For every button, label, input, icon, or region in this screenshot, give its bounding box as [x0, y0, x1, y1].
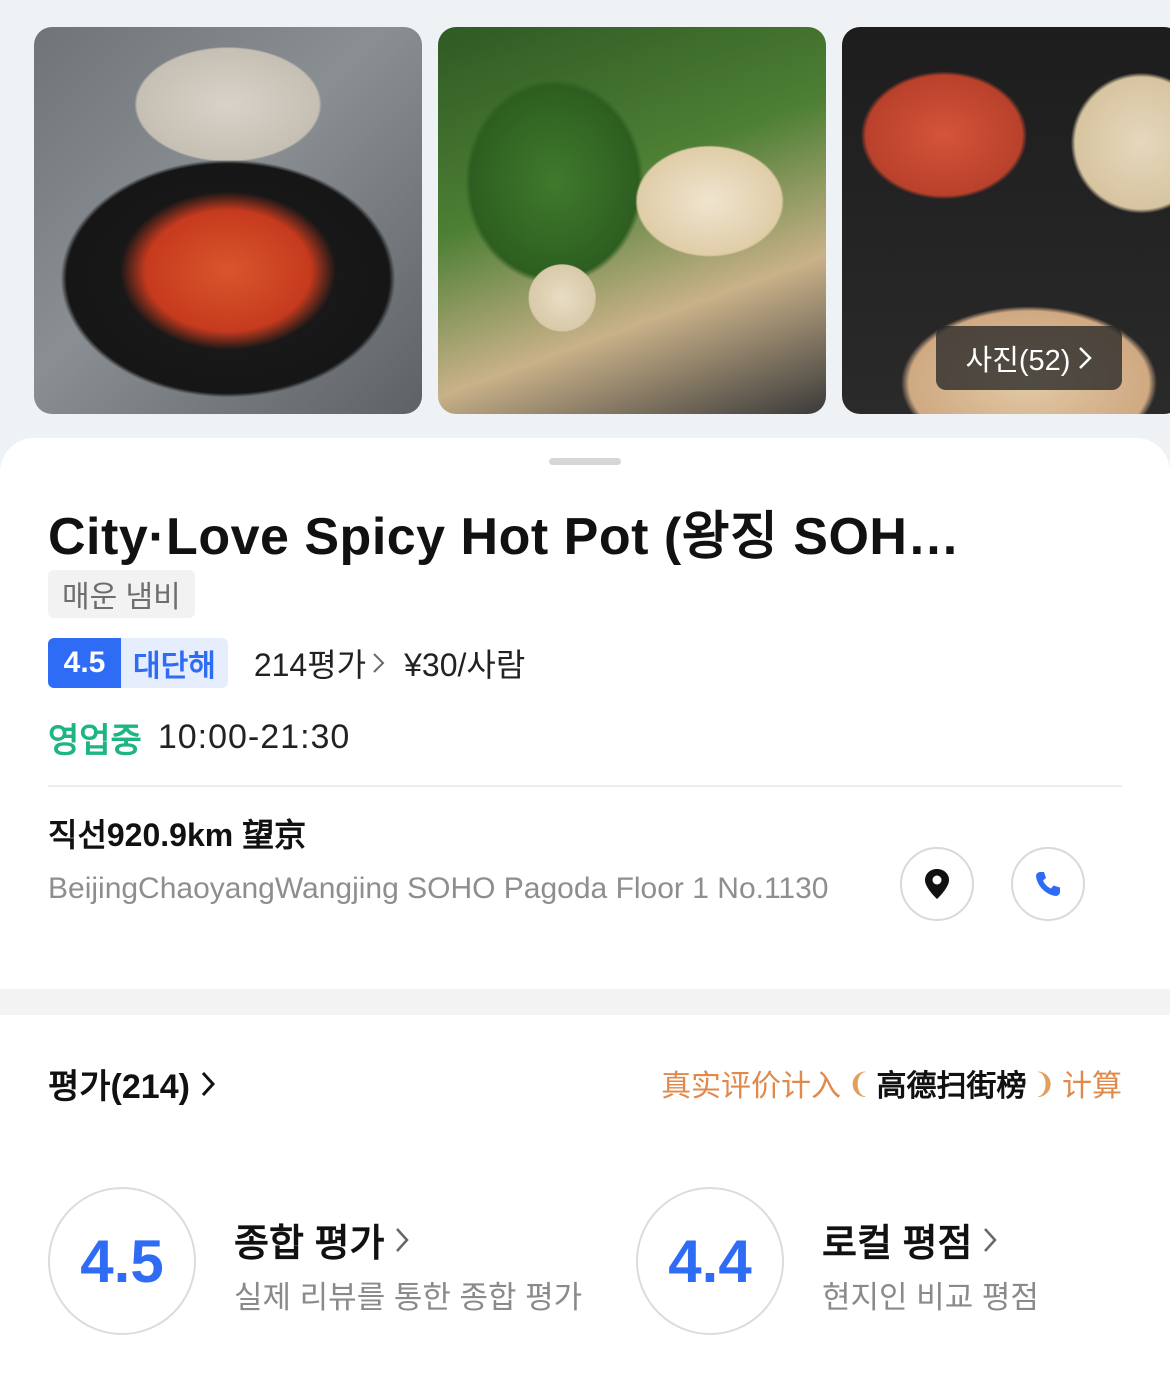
- chevron-right-icon: [373, 653, 385, 673]
- food-photo-2[interactable]: [438, 27, 826, 414]
- ranking-prefix: 真实评价计入: [661, 1070, 842, 1103]
- overall-score-link[interactable]: 종합 평가: [234, 1212, 410, 1267]
- chevron-right-icon: [1079, 347, 1093, 369]
- overall-score-title: 종합 평가: [234, 1223, 385, 1265]
- section-gap: [0, 989, 1170, 1015]
- open-status: 영업중: [48, 721, 142, 760]
- local-score-link[interactable]: 로컬 평점: [822, 1212, 998, 1267]
- map-pin-icon: [925, 869, 949, 899]
- rating-score: 4.5: [48, 638, 121, 688]
- rating-word: 대단해: [121, 638, 228, 688]
- call-button[interactable]: [1011, 847, 1085, 921]
- chevron-right-icon: [984, 1227, 998, 1252]
- reviews-heading-link[interactable]: 평가(214): [48, 1059, 216, 1108]
- sheet-grab-handle[interactable]: [549, 458, 621, 465]
- review-count-label: 214평가: [253, 647, 367, 683]
- restaurant-name: City·Love Spicy Hot Pot (왕징 SOH…: [48, 508, 960, 566]
- local-score-circle: 4.4: [636, 1187, 784, 1335]
- category-tag: 매운 냄비: [48, 570, 195, 618]
- ranking-note: 真实评价计入 ❨ 高德扫街榜 ❩ 计算: [661, 1061, 1122, 1105]
- review-count-link[interactable]: 214평가: [254, 640, 386, 686]
- laurel-right-icon: ❩: [1032, 1067, 1056, 1099]
- ranking-suffix: 计算: [1062, 1070, 1122, 1103]
- overall-score-circle: 4.5: [48, 1187, 196, 1335]
- rating-row: 4.5 대단해 214평가 ¥30/사람: [48, 638, 525, 688]
- chevron-right-icon: [396, 1227, 410, 1252]
- divider: [48, 785, 1122, 787]
- laurel-left-icon: ❨: [847, 1067, 871, 1099]
- food-photo-1[interactable]: [34, 27, 422, 414]
- navigate-button[interactable]: [900, 847, 974, 921]
- hours-row: 영업중 10:00-21:30: [48, 714, 350, 760]
- ranking-brand: 高德扫街榜: [876, 1070, 1027, 1103]
- reviews-section: 평가(214) 真实评价计入 ❨ 高德扫街榜 ❩ 计算 4.5 종합 평가 실제…: [0, 1015, 1170, 1375]
- price-per-person: ¥30/사람: [404, 647, 526, 683]
- overall-score-desc: 실제 리뷰를 통한 종합 평가: [234, 1280, 583, 1315]
- phone-icon: [1036, 872, 1060, 896]
- photo-count-label: 사진(52): [965, 345, 1071, 377]
- local-score-desc: 현지인 비교 평점: [822, 1280, 1039, 1315]
- photo-count-button[interactable]: 사진(52): [936, 326, 1122, 390]
- local-score-title: 로컬 평점: [822, 1223, 973, 1265]
- distance-label: 직선920.9km 望京: [48, 817, 307, 853]
- address-text[interactable]: BeijingChaoyangWangjing SOHO Pagoda Floo…: [48, 866, 838, 911]
- opening-hours: 10:00-21:30: [157, 717, 351, 756]
- reviews-heading: 평가(214): [48, 1068, 190, 1106]
- rating-badge: 4.5 대단해: [48, 638, 228, 688]
- chevron-right-icon: [201, 1071, 215, 1096]
- photo-carousel[interactable]: 사진(52): [0, 0, 1170, 440]
- restaurant-info-sheet: City·Love Spicy Hot Pot (왕징 SOH… 매운 냄비 4…: [0, 438, 1170, 989]
